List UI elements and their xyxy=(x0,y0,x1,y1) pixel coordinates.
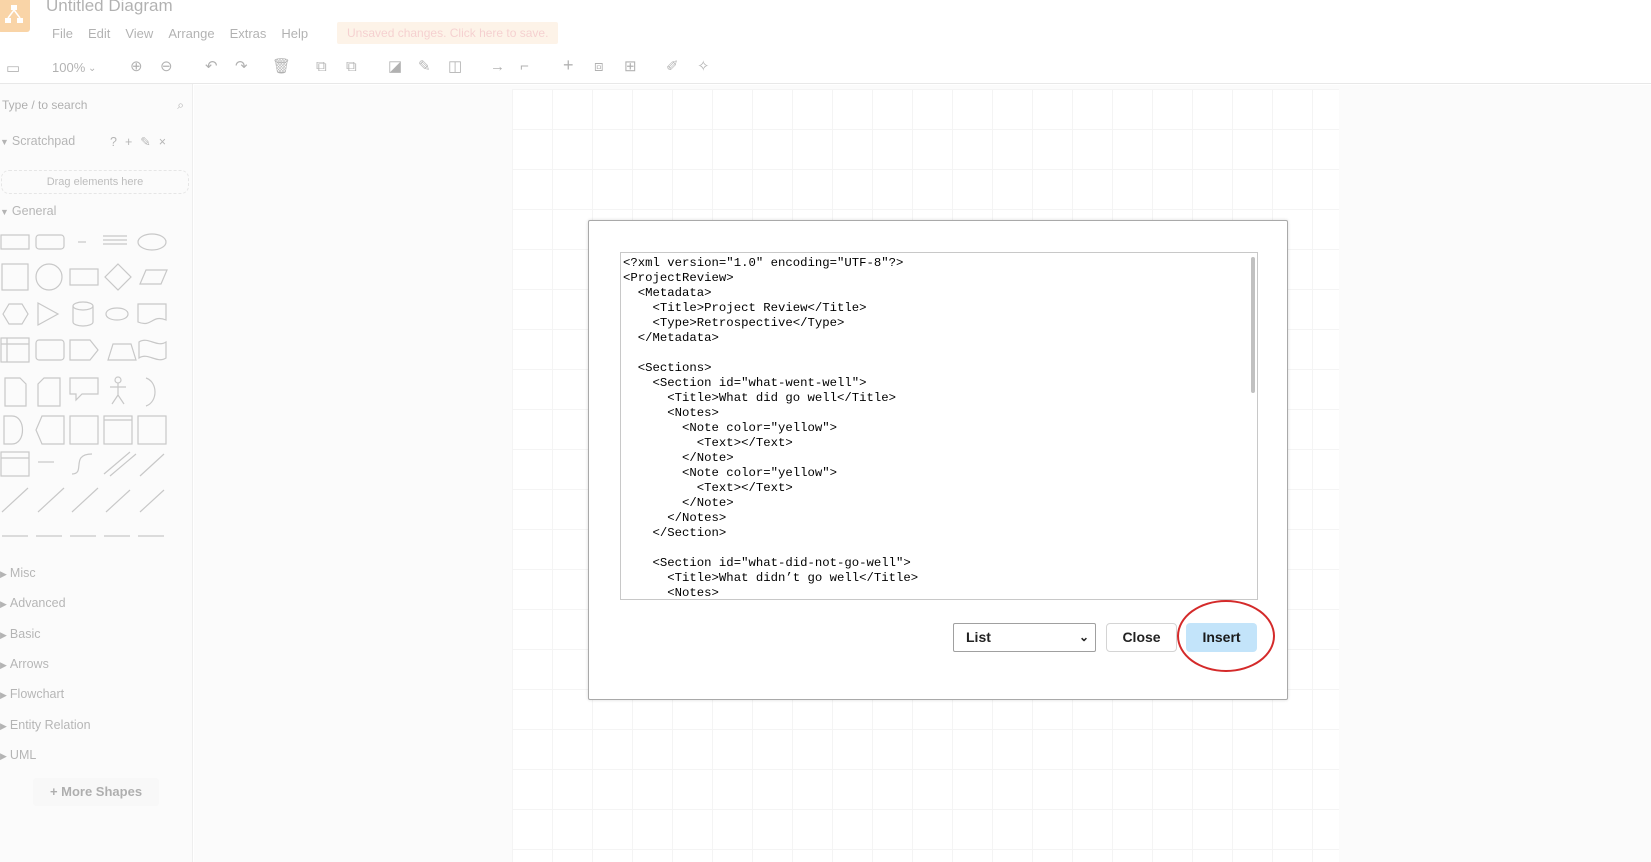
chevron-right-icon: ▶ xyxy=(0,751,7,761)
sidebar-section-label: Basic xyxy=(9,627,41,641)
chevron-right-icon: ▶ xyxy=(0,630,7,640)
shapes-sidebar: Type / to search ⌕ ▼ Scratchpad ?+✎× Drag… xyxy=(0,84,193,862)
code-scrollbar[interactable] xyxy=(1247,253,1257,599)
chevron-right-icon: ▶ xyxy=(0,690,7,700)
shape-search-input[interactable]: Type / to search ⌕ xyxy=(0,94,186,116)
undo-icon[interactable]: ↶ xyxy=(205,58,218,76)
chevron-right-icon: ▶ xyxy=(0,660,7,670)
line-color-icon[interactable]: ✎ xyxy=(418,58,431,76)
format-select-value: List xyxy=(966,629,991,645)
magic-icon[interactable]: ✧ xyxy=(697,58,710,76)
sidebar-section-flowchart[interactable]: ▶ Flowchart xyxy=(0,687,64,701)
chevron-right-icon: ▶ xyxy=(0,599,7,609)
shadow-icon[interactable]: ◫ xyxy=(448,58,462,76)
sidebar-section-label: Flowchart xyxy=(9,687,65,701)
toggle-sidebar-icon[interactable]: ▭ xyxy=(6,60,20,78)
sidebar-section-advanced[interactable]: ▶ Advanced xyxy=(0,596,66,610)
menu-help[interactable]: Help xyxy=(281,26,308,41)
sidebar-section-label: Entity Relation xyxy=(9,718,91,732)
scratchpad-actions[interactable]: ?+✎× xyxy=(110,134,174,149)
zoom-out-icon[interactable]: ⊖ xyxy=(160,58,173,76)
menu-arrange[interactable]: Arrange xyxy=(168,26,214,41)
general-shapes-palette[interactable] xyxy=(0,226,190,546)
close-button[interactable]: Close xyxy=(1106,623,1177,652)
sidebar-section-general[interactable]: ▼ General xyxy=(0,204,56,218)
fill-color-icon[interactable]: ◪ xyxy=(388,58,402,76)
waypoints-icon[interactable]: ⌐ xyxy=(520,58,529,76)
chevron-down-icon: ▼ xyxy=(0,207,9,217)
search-icon[interactable]: ⌕ xyxy=(177,94,184,116)
zoom-level[interactable]: 100% xyxy=(52,60,85,75)
sidebar-section-scratchpad[interactable]: ▼ Scratchpad xyxy=(0,134,75,148)
chevron-right-icon: ▶ xyxy=(0,721,7,731)
chevron-down-icon: ⌄ xyxy=(1078,630,1089,644)
shape-search-placeholder: Type / to search xyxy=(2,98,88,112)
format-select[interactable]: List ⌄ xyxy=(953,623,1096,652)
scratchpad-drop-zone[interactable]: Drag elements here xyxy=(1,170,189,194)
add-icon[interactable]: + xyxy=(125,135,140,149)
sidebar-section-basic[interactable]: ▶ Basic xyxy=(0,627,41,641)
insert-highlight-circle xyxy=(1177,600,1275,672)
sidebar-section-label: Scratchpad xyxy=(11,134,76,148)
menu-bar: File Edit View Arrange Extras Help xyxy=(52,26,323,41)
help-icon[interactable]: ? xyxy=(110,135,125,149)
sidebar-section-uml[interactable]: ▶ UML xyxy=(0,748,36,762)
code-textarea[interactable]: <?xml version="1.0" encoding="UTF-8"?> <… xyxy=(620,252,1258,600)
unsaved-changes-banner[interactable]: Unsaved changes. Click here to save. xyxy=(337,22,559,44)
sidebar-section-label: UML xyxy=(9,748,37,762)
delete-icon[interactable]: 🗑 xyxy=(272,58,291,76)
to-front-icon[interactable]: ⧉ xyxy=(316,58,327,76)
sidebar-section-label: Misc xyxy=(9,566,36,580)
more-shapes-button[interactable]: + More Shapes xyxy=(33,778,159,806)
code-content: <?xml version="1.0" encoding="UTF-8"?> <… xyxy=(623,256,919,600)
edit-icon[interactable]: ✎ xyxy=(140,135,158,149)
code-scrollbar-thumb[interactable] xyxy=(1251,257,1255,393)
chevron-down-icon: ▼ xyxy=(0,137,9,147)
edit-style-icon[interactable]: ✐ xyxy=(666,58,679,76)
sidebar-section-label: Arrows xyxy=(9,657,49,671)
sidebar-section-misc[interactable]: ▶ Misc xyxy=(0,566,36,580)
menu-edit[interactable]: Edit xyxy=(88,26,110,41)
insert-icon[interactable]: + xyxy=(563,56,574,74)
to-back-icon[interactable]: ⧉ xyxy=(346,58,357,76)
table-icon[interactable]: ⊞ xyxy=(624,58,637,76)
zoom-in-icon[interactable]: ⊕ xyxy=(130,58,143,76)
sidebar-section-entity-relation[interactable]: ▶ Entity Relation xyxy=(0,718,91,732)
close-icon[interactable]: × xyxy=(159,135,174,149)
document-title[interactable]: Untitled Diagram xyxy=(46,0,173,16)
menu-extras[interactable]: Extras xyxy=(230,26,267,41)
sidebar-section-label: General xyxy=(11,204,57,218)
menu-view[interactable]: View xyxy=(125,26,153,41)
shapes-icon[interactable]: ⧈ xyxy=(594,58,604,76)
sidebar-section-arrows[interactable]: ▶ Arrows xyxy=(0,657,49,671)
chevron-right-icon: ▶ xyxy=(0,569,7,579)
drawio-logo-icon xyxy=(0,0,30,32)
menu-file[interactable]: File xyxy=(52,26,73,41)
drawio-app: Untitled Diagram File Edit View Arrange … xyxy=(0,0,1651,862)
zoom-chevron-icon[interactable]: ⌄ xyxy=(88,60,96,78)
sidebar-section-label: Advanced xyxy=(9,596,66,610)
redo-icon[interactable]: ↷ xyxy=(235,58,248,76)
connection-icon[interactable]: → xyxy=(490,58,505,76)
